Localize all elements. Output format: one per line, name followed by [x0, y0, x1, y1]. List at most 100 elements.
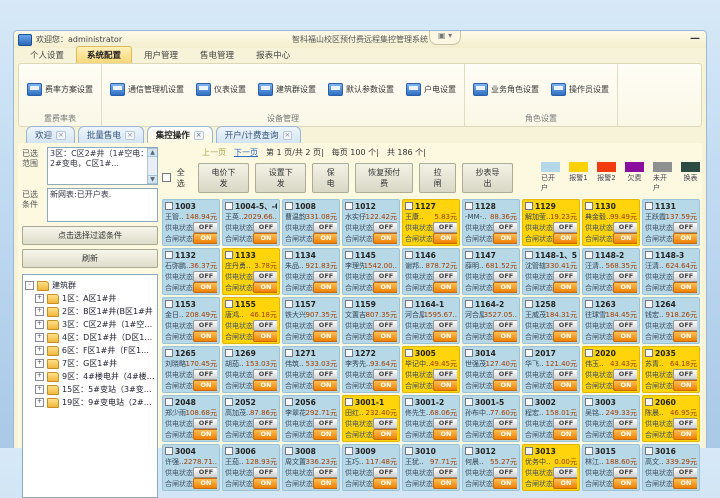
ribbon-button-业务角色设置[interactable]: 业务角色设置 — [469, 67, 543, 111]
supply-off-button[interactable]: OFF — [553, 418, 577, 429]
switch-on-button[interactable]: ON — [493, 380, 517, 391]
meter-card[interactable]: 1263往球雪..184.45元供电状态OFF合闸状态ON — [582, 297, 640, 344]
supply-off-button[interactable]: OFF — [253, 222, 277, 233]
expand-icon[interactable]: + — [35, 320, 44, 329]
card-checkbox[interactable] — [345, 398, 353, 406]
card-checkbox[interactable] — [645, 202, 653, 210]
tree-node[interactable]: +6区：F区1#井（F区1#… — [25, 345, 155, 356]
meter-card[interactable]: 1127王康..5.83元供电状态OFF合闸状态ON — [402, 199, 460, 246]
tab-close-icon[interactable]: × — [194, 131, 204, 140]
switch-on-button[interactable]: ON — [313, 380, 337, 391]
tree-node[interactable]: +2区：B区1#井(B区1#井 — [25, 306, 155, 317]
card-checkbox[interactable] — [465, 202, 473, 210]
supply-off-button[interactable]: OFF — [373, 222, 397, 233]
meter-card[interactable]: 1164-1河合屋..1595.67..供电状态OFF合闸状态ON — [402, 297, 460, 344]
minimize-button[interactable]: — — [690, 33, 700, 44]
card-checkbox[interactable] — [285, 447, 293, 455]
ribbon-tab-售电管理[interactable]: 售电管理 — [190, 47, 244, 63]
selected-range-listbox[interactable]: 3区：C区2#井（1#空电：2#变电，C区1#… ▲ ▼ — [47, 147, 158, 185]
switch-on-button[interactable]: ON — [193, 282, 217, 293]
card-checkbox[interactable] — [345, 447, 353, 455]
supply-off-button[interactable]: OFF — [553, 320, 577, 331]
card-checkbox[interactable] — [645, 447, 653, 455]
ribbon-button-户电设置[interactable]: 户电设置 — [402, 67, 460, 111]
supply-off-button[interactable]: OFF — [313, 271, 337, 282]
meter-card[interactable]: 3010王犹..97.71元供电状态OFF合闸状态ON — [402, 444, 460, 491]
toolbar-button-恢复预付费[interactable]: 恢复预付费 — [355, 163, 413, 193]
meter-card[interactable]: 1148-2汪清..568.35元供电状态OFF合闸状态ON — [582, 248, 640, 295]
meter-card[interactable]: 3002程宏..158.01元供电状态OFF合闸状态ON — [522, 395, 580, 442]
card-checkbox[interactable] — [165, 349, 173, 357]
switch-on-button[interactable]: ON — [673, 429, 697, 440]
tree-node[interactable]: +15区：5#变站（3#变… — [25, 384, 155, 395]
switch-on-button[interactable]: ON — [613, 233, 637, 244]
switch-on-button[interactable]: ON — [373, 478, 397, 489]
switch-on-button[interactable]: ON — [313, 478, 337, 489]
card-checkbox[interactable] — [645, 349, 653, 357]
meter-card[interactable]: 3016高文..339.29元供电状态OFF合闸状态ON — [642, 444, 700, 491]
expand-icon[interactable]: + — [35, 398, 44, 407]
ribbon-button-操作员设置[interactable]: 操作员设置 — [547, 67, 613, 111]
card-checkbox[interactable] — [645, 300, 653, 308]
meter-card[interactable]: 1008曹温韵..331.08元供电状态OFF合闸状态ON — [282, 199, 340, 246]
card-checkbox[interactable] — [225, 398, 233, 406]
supply-off-button[interactable]: OFF — [613, 320, 637, 331]
switch-on-button[interactable]: ON — [553, 282, 577, 293]
meter-card[interactable]: 3001-2佟先生..68.06元供电状态OFF合闸状态ON — [402, 395, 460, 442]
supply-off-button[interactable]: OFF — [313, 467, 337, 478]
card-checkbox[interactable] — [165, 447, 173, 455]
switch-on-button[interactable]: ON — [253, 478, 277, 489]
switch-on-button[interactable]: ON — [493, 233, 517, 244]
card-checkbox[interactable] — [405, 300, 413, 308]
meter-card[interactable]: 1147薛明..681.52元供电状态OFF合闸状态ON — [462, 248, 520, 295]
next-page-link[interactable]: 下一页 — [234, 147, 258, 158]
meter-card[interactable]: 3005毕记中..49.45元供电状态OFF合闸状态ON — [402, 346, 460, 393]
tab-close-icon[interactable]: × — [283, 131, 293, 140]
card-checkbox[interactable] — [525, 349, 533, 357]
card-checkbox[interactable] — [645, 251, 653, 259]
supply-off-button[interactable]: OFF — [433, 320, 457, 331]
card-checkbox[interactable] — [285, 349, 293, 357]
card-checkbox[interactable] — [525, 202, 533, 210]
refresh-button[interactable]: 刷新 — [22, 249, 158, 268]
switch-on-button[interactable]: ON — [613, 429, 637, 440]
supply-off-button[interactable]: OFF — [673, 222, 697, 233]
supply-off-button[interactable]: OFF — [673, 467, 697, 478]
card-checkbox[interactable] — [165, 202, 173, 210]
supply-off-button[interactable]: OFF — [673, 320, 697, 331]
ribbon-button-仪表设置[interactable]: 仪表设置 — [192, 67, 250, 111]
doc-tab-批量售电[interactable]: 批量售电× — [78, 126, 144, 143]
scroll-up-icon[interactable]: ▲ — [147, 148, 158, 157]
meter-card[interactable]: 1271伟筑..533.03元供电状态OFF合闸状态ON — [282, 346, 340, 393]
card-checkbox[interactable] — [465, 398, 473, 406]
toolbar-button-电价下发[interactable]: 电价下发 — [198, 163, 249, 193]
meter-card[interactable]: 3013优务中..0.00元供电状态OFF合闸状态ON — [522, 444, 580, 491]
card-checkbox[interactable] — [165, 251, 173, 259]
card-checkbox[interactable] — [345, 300, 353, 308]
toolbar-button-设置下发[interactable]: 设置下发 — [255, 163, 306, 193]
switch-on-button[interactable]: ON — [373, 331, 397, 342]
collapse-icon[interactable]: - — [25, 281, 34, 290]
supply-off-button[interactable]: OFF — [193, 369, 217, 380]
meter-card[interactable]: 1130典金毅..99.49元供电状态OFF合闸状态ON — [582, 199, 640, 246]
expand-icon[interactable]: + — [35, 333, 44, 342]
card-checkbox[interactable] — [345, 251, 353, 259]
toolbar-button-保电[interactable]: 保电 — [312, 163, 349, 193]
supply-off-button[interactable]: OFF — [673, 271, 697, 282]
ribbon-tab-用户管理[interactable]: 用户管理 — [134, 47, 188, 63]
supply-off-button[interactable]: OFF — [253, 369, 277, 380]
supply-off-button[interactable]: OFF — [493, 320, 517, 331]
supply-off-button[interactable]: OFF — [433, 369, 457, 380]
supply-off-button[interactable]: OFF — [673, 418, 697, 429]
doc-tab-集控操作[interactable]: 集控操作× — [147, 126, 213, 143]
card-checkbox[interactable] — [585, 202, 593, 210]
tree-node[interactable]: +3区：C区2#井（1#空… — [25, 319, 155, 330]
tree-node[interactable]: +4区：D区1#井（D区1… — [25, 332, 155, 343]
meter-card[interactable]: 2052高加茂..87.86元供电状态OFF合闸状态ON — [222, 395, 280, 442]
supply-off-button[interactable]: OFF — [373, 320, 397, 331]
switch-on-button[interactable]: ON — [553, 331, 577, 342]
toolbar-button-拉闸[interactable]: 拉闸 — [419, 163, 456, 193]
supply-off-button[interactable]: OFF — [193, 320, 217, 331]
tree-node[interactable]: +1区：A区1#井 — [25, 293, 155, 304]
card-checkbox[interactable] — [285, 251, 293, 259]
